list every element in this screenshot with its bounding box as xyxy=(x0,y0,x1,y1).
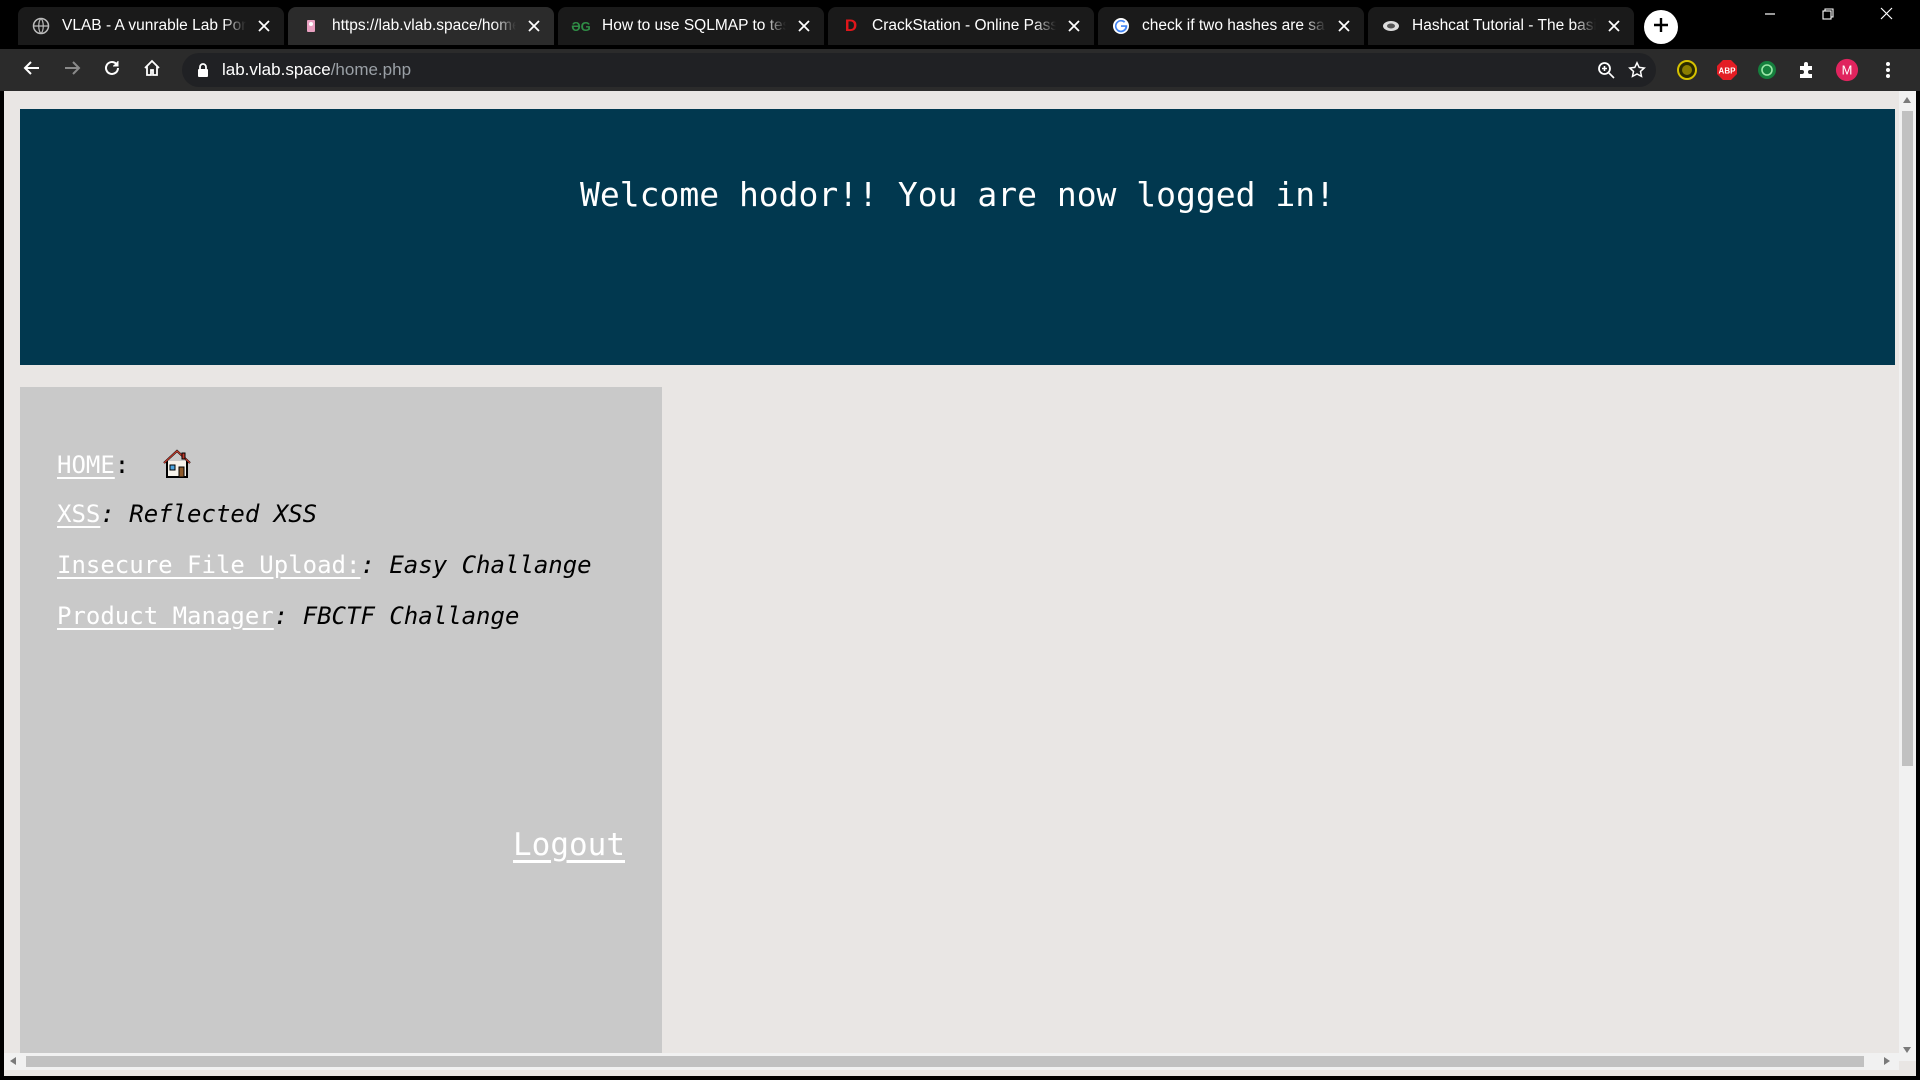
browser-tab[interactable]: check if two hashes are same xyxy=(1098,7,1364,45)
house-icon xyxy=(160,447,194,481)
tab-strip: VLAB - A vunrable Lab Portal https://lab… xyxy=(0,0,1920,49)
close-icon[interactable] xyxy=(1604,16,1624,36)
browser-tab-active[interactable]: https://lab.vlab.space/home.php xyxy=(288,7,554,45)
nav-description: Reflected XSS xyxy=(114,500,318,528)
arrow-right-icon xyxy=(63,59,81,82)
arrow-left-icon xyxy=(23,59,41,82)
reload-button[interactable] xyxy=(98,56,126,84)
tab-title: https://lab.vlab.space/home.php xyxy=(332,17,516,34)
minimize-button[interactable] xyxy=(1742,0,1798,32)
xss-link[interactable]: XSS xyxy=(57,500,100,528)
grammar-extension-icon[interactable] xyxy=(1755,58,1779,82)
horizontal-scroll-thumb[interactable] xyxy=(26,1056,1864,1067)
scroll-down-icon[interactable] xyxy=(1903,1047,1911,1053)
minimize-icon xyxy=(1764,7,1776,25)
vertical-scrollbar[interactable] xyxy=(1899,91,1916,1061)
browser-tab[interactable]: Hashcat Tutorial - The basics xyxy=(1368,7,1634,45)
nav-separator: : xyxy=(360,551,375,579)
browser-toolbar: lab.vlab.space/home.php ABP M xyxy=(0,49,1920,91)
tab-title: Hashcat Tutorial - The basics xyxy=(1412,17,1596,34)
reload-icon xyxy=(103,59,121,82)
url-host: lab.vlab.space xyxy=(222,60,331,79)
sidebar-nav: HOME: XSS: Reflected XSS Insecure File U… xyxy=(20,387,662,1057)
new-tab-button[interactable] xyxy=(1644,10,1678,44)
nav-separator: : xyxy=(114,451,130,479)
product-manager-link[interactable]: Product Manager xyxy=(57,602,274,630)
crackstation-icon: D xyxy=(844,16,858,35)
browser-tab[interactable]: ƏG How to use SQLMAP to test a website xyxy=(558,7,824,45)
nav-separator: : xyxy=(100,500,115,528)
browser-tab[interactable]: D CrackStation - Online Password Hash Cr… xyxy=(828,7,1094,45)
profile-avatar-icon[interactable]: M xyxy=(1835,58,1859,82)
close-icon[interactable] xyxy=(254,16,274,36)
lock-icon xyxy=(196,62,212,78)
url-text: lab.vlab.space/home.php xyxy=(222,60,411,80)
more-menu-icon[interactable] xyxy=(1876,58,1900,82)
restore-button[interactable] xyxy=(1800,0,1856,32)
nav-description: FBCTF Challange xyxy=(288,602,520,630)
nav-separator: : xyxy=(273,602,289,630)
header-banner: Welcome hodor!! You are now logged in! xyxy=(20,109,1895,365)
page-viewport: Welcome hodor!! You are now logged in! H… xyxy=(4,91,1916,1076)
nav-item-file-upload: Insecure File Upload:: Easy Challange xyxy=(57,550,592,580)
close-icon[interactable] xyxy=(524,16,544,36)
home-link[interactable]: HOME xyxy=(57,451,115,479)
adblock-plus-icon[interactable]: ABP xyxy=(1715,58,1739,82)
geeksforgeeks-icon: ƏG xyxy=(571,18,591,34)
avatar-initial: M xyxy=(1842,63,1853,78)
globe-icon xyxy=(32,17,50,35)
google-icon xyxy=(1112,17,1130,35)
forward-button[interactable] xyxy=(58,56,86,84)
page-icon xyxy=(302,17,320,35)
file-upload-link[interactable]: Insecure File Upload: xyxy=(57,551,360,579)
close-icon[interactable] xyxy=(1064,16,1084,36)
tab-title: How to use SQLMAP to test a website xyxy=(602,17,786,34)
hashcat-icon xyxy=(1382,17,1400,35)
close-icon[interactable] xyxy=(794,16,814,36)
home-button[interactable] xyxy=(138,56,166,84)
logout-link[interactable]: Logout xyxy=(513,827,625,863)
back-button[interactable] xyxy=(18,56,46,84)
tab-title: VLAB - A vunrable Lab Portal xyxy=(62,17,246,34)
close-icon[interactable] xyxy=(1334,16,1354,36)
nav-item-xss: XSS: Reflected XSS xyxy=(57,499,317,529)
extensions-puzzle-icon[interactable] xyxy=(1795,58,1819,82)
nav-description: Easy Challange xyxy=(374,551,592,579)
browser-tab[interactable]: VLAB - A vunrable Lab Portal xyxy=(18,7,284,45)
nav-item-home: HOME: xyxy=(57,447,194,481)
horizontal-scrollbar[interactable] xyxy=(4,1053,1899,1070)
tab-title: CrackStation - Online Password Hash Crac… xyxy=(872,17,1056,34)
tab-title: check if two hashes are same xyxy=(1142,17,1326,34)
url-path: /home.php xyxy=(330,60,412,79)
theme-extension-icon[interactable] xyxy=(1675,58,1699,82)
zoom-icon[interactable] xyxy=(1592,56,1620,84)
close-icon xyxy=(1880,7,1893,25)
window-close-button[interactable] xyxy=(1858,0,1914,32)
scroll-left-icon[interactable] xyxy=(10,1057,16,1065)
bookmark-star-icon[interactable] xyxy=(1623,56,1651,84)
address-bar[interactable]: lab.vlab.space/home.php xyxy=(182,53,1656,87)
welcome-title: Welcome hodor!! You are now logged in! xyxy=(580,175,1335,214)
restore-icon xyxy=(1822,7,1834,25)
adblock-label: ABP xyxy=(1719,67,1737,76)
scroll-right-icon[interactable] xyxy=(1884,1057,1890,1065)
nav-item-product-manager: Product Manager: FBCTF Challange xyxy=(57,601,519,631)
home-icon xyxy=(143,59,161,82)
scroll-up-icon[interactable] xyxy=(1903,97,1911,103)
plus-icon xyxy=(1653,17,1669,38)
vertical-scroll-thumb[interactable] xyxy=(1902,111,1913,766)
